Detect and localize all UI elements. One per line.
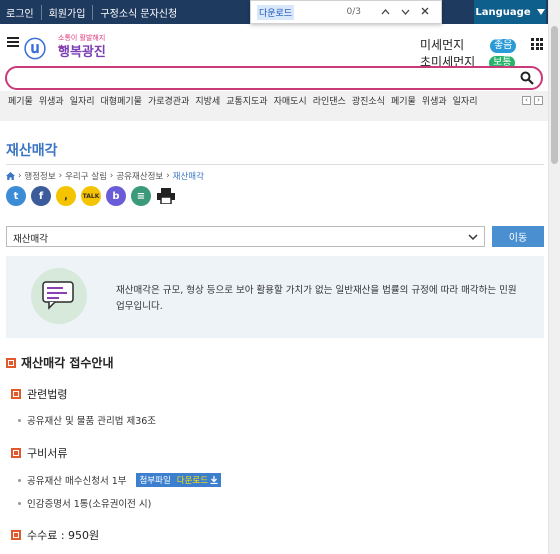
- intro-box: 재산매각은 규모, 형상 등으로 보아 활용할 가치가 없는 일반재산을 법률의…: [6, 256, 544, 338]
- subsection-marker-icon: [11, 389, 21, 399]
- doc-item-text: 공유재산 매수신청서 1부: [27, 476, 127, 487]
- intro-text: 재산매각은 규모, 형상 등으로 보아 활용할 가치가 없는 일반재산을 법률의…: [116, 285, 517, 312]
- chevron-down-icon: [468, 234, 478, 241]
- sms-subscribe-link[interactable]: 구정소식 문자신청: [92, 5, 184, 20]
- keyword-item[interactable]: 폐기물: [391, 94, 416, 107]
- band-icon[interactable]: b: [106, 186, 126, 206]
- breadcrumb-current: 재산매각: [172, 172, 204, 182]
- breadcrumb-item[interactable]: 공유재산정보: [116, 170, 163, 182]
- fee-text: 수수료 : 950원: [27, 529, 100, 542]
- login-link[interactable]: 로그인: [6, 5, 41, 20]
- keyword-list: 폐기물 위생과 일자리 대형폐기물 가로경관과 지방세 교통지도과 자매도시 라…: [8, 94, 478, 107]
- doc-item-text: 인감증명서 1통(소유권이전 시): [27, 499, 152, 510]
- keyword-item[interactable]: 가로경관과: [148, 94, 189, 107]
- doc-item: 인감증명서 1통(소유권이전 시): [18, 496, 151, 510]
- kakao-story-icon[interactable]: ,: [56, 186, 76, 206]
- breadcrumb-item[interactable]: 우리구 살림: [65, 170, 107, 182]
- logo-name: 행복광진: [58, 45, 106, 60]
- find-close-button[interactable]: [415, 7, 435, 18]
- download-icon: [210, 476, 218, 484]
- breadcrumb-separator: ›: [166, 171, 170, 181]
- attachment-label: 첨부파일: [136, 473, 174, 487]
- subsection-fee: 수수료 : 950원: [11, 527, 99, 543]
- language-label: Language: [475, 6, 531, 18]
- fine-dust-status-badge: 좋음: [490, 38, 517, 53]
- go-button[interactable]: 이동: [492, 226, 544, 247]
- sitemap-grid-icon[interactable]: [531, 38, 543, 50]
- facebook-icon[interactable]: f: [31, 186, 51, 206]
- print-icon[interactable]: [156, 186, 176, 206]
- search-input[interactable]: [17, 70, 507, 86]
- subsection-marker-icon: [11, 530, 21, 540]
- title-divider: [6, 164, 544, 165]
- page-select[interactable]: 재산매각: [6, 226, 485, 247]
- download-button[interactable]: 다운로드: [173, 473, 222, 487]
- section-marker-icon: [6, 357, 16, 368]
- download-label: 다운로드: [176, 476, 209, 486]
- doc-item: 공유재산 매수신청서 1부 첨부파일 다운로드: [18, 473, 222, 487]
- keywords-next-button[interactable]: ›: [534, 96, 543, 105]
- keywords-prev-button[interactable]: ‹: [522, 96, 531, 105]
- chevron-down-icon: [536, 9, 545, 15]
- keyword-item[interactable]: 라인댄스: [313, 94, 346, 107]
- home-icon[interactable]: [6, 172, 15, 180]
- popular-keywords-bar: 폐기물 위생과 일자리 대형폐기물 가로경관과 지방세 교통지도과 자매도시 라…: [0, 91, 548, 121]
- section-title-text: 재산매각 접수안내: [21, 356, 114, 370]
- top-links: 로그인 회원가입 구정소식 문자신청: [6, 5, 184, 20]
- law-item: 공유재산 및 물품 관리법 제36조: [18, 413, 156, 427]
- search-icon[interactable]: [520, 71, 534, 85]
- subsection-title: 구비서류: [27, 447, 68, 460]
- keyword-item[interactable]: 일자리: [70, 94, 95, 107]
- find-in-page-bar: 다운로드 0/3: [250, 0, 442, 24]
- keyword-item[interactable]: 폐기물: [8, 94, 33, 107]
- document-icon[interactable]: ≡: [131, 186, 151, 206]
- fine-dust-label: 미세먼지: [420, 38, 465, 52]
- find-previous-button[interactable]: [375, 7, 395, 18]
- law-item-text: 공유재산 및 물품 관리법 제36조: [27, 416, 157, 427]
- keyword-item[interactable]: 위생과: [39, 94, 64, 107]
- page-select-value: 재산매각: [13, 234, 48, 245]
- signup-link[interactable]: 회원가입: [40, 5, 93, 20]
- keyword-item[interactable]: 자매도시: [274, 94, 307, 107]
- page-scrollbar[interactable]: [548, 0, 560, 554]
- page-title: 재산매각: [6, 143, 58, 159]
- keyword-item[interactable]: 대형폐기물: [101, 94, 142, 107]
- subsection-docs: 구비서류: [11, 445, 67, 461]
- close-icon: [421, 7, 429, 14]
- keyword-item[interactable]: 교통지도과: [226, 94, 267, 107]
- attachment-download[interactable]: 첨부파일 다운로드: [136, 473, 222, 487]
- keyword-item[interactable]: 광진소식: [352, 94, 385, 107]
- kakao-talk-icon[interactable]: TALK: [81, 186, 101, 206]
- site-header: ⓤ 소통이 활발해지는 행복광진 미세먼지 좋음 초미세먼지 보통: [0, 24, 548, 70]
- search-bar[interactable]: [5, 66, 543, 90]
- breadcrumb-separator: ›: [18, 171, 22, 181]
- language-button[interactable]: Language: [474, 0, 546, 24]
- find-next-button[interactable]: [395, 7, 415, 18]
- breadcrumb: › 행정정보 › 우리구 살림 › 공유재산정보 › 재산매각: [6, 170, 204, 182]
- breadcrumb-separator: ›: [109, 171, 114, 181]
- site-logo[interactable]: ⓤ 소통이 활발해지는 행복광진: [24, 30, 106, 63]
- subsection-marker-icon: [11, 448, 21, 458]
- keyword-item[interactable]: 일자리: [453, 94, 478, 107]
- subsection-law: 관련법령: [11, 386, 67, 402]
- chevron-down-icon: [401, 9, 409, 15]
- scrollbar-thumb[interactable]: [551, 26, 558, 164]
- share-buttons: t f , TALK b ≡: [6, 186, 176, 206]
- subsection-title: 관련법령: [27, 388, 68, 401]
- find-input[interactable]: 다운로드: [257, 4, 295, 20]
- keyword-item[interactable]: 위생과: [422, 94, 447, 107]
- find-count: 0/3: [346, 7, 361, 17]
- menu-icon[interactable]: [7, 37, 19, 47]
- breadcrumb-separator: ›: [58, 171, 63, 181]
- intro-illustration: [31, 268, 87, 324]
- chevron-up-icon: [381, 8, 389, 14]
- section-title: 재산매각 접수안내: [6, 354, 114, 371]
- logo-mark-icon: ⓤ: [24, 38, 47, 63]
- twitter-icon[interactable]: t: [6, 186, 26, 206]
- chat-bubble-icon: [42, 281, 74, 310]
- breadcrumb-item[interactable]: 행정정보: [24, 170, 55, 182]
- keyword-item[interactable]: 지방세: [195, 94, 220, 107]
